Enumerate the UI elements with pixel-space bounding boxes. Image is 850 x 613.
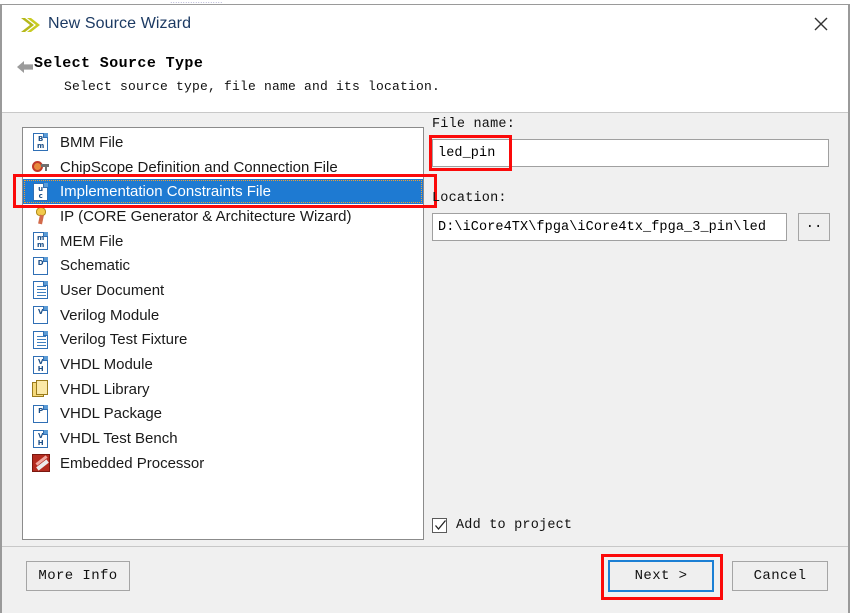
- list-item[interactable]: P VHDL Package: [23, 402, 423, 427]
- more-info-button[interactable]: More Info: [26, 561, 130, 591]
- list-item[interactable]: V Verilog Module: [23, 303, 423, 328]
- source-type-list[interactable]: Bm BMM File ChipScope Definition and Conne…: [22, 127, 424, 540]
- list-item-label: Embedded Processor: [60, 454, 205, 472]
- list-item-label: Implementation Constraints File: [60, 183, 271, 201]
- next-button[interactable]: Next >: [608, 560, 714, 592]
- list-item[interactable]: User Document: [23, 278, 423, 303]
- dialog-body: Bm BMM File ChipScope Definition and Conne…: [2, 113, 848, 546]
- cancel-button[interactable]: Cancel: [732, 561, 828, 591]
- list-item[interactable]: ChipScope Definition and Connection File: [23, 155, 423, 180]
- vhdl-library-icon: [31, 379, 51, 399]
- schematic-file-icon: D: [31, 256, 51, 276]
- location-input[interactable]: [432, 213, 787, 241]
- page-subtitle: Select source type, file name and its lo…: [64, 79, 441, 94]
- back-arrow-icon[interactable]: [16, 59, 34, 75]
- ip-wizard-wand-icon: [31, 206, 51, 226]
- ucf-file-icon: uc: [31, 182, 51, 202]
- window-title: New Source Wizard: [48, 15, 192, 32]
- list-item-label: IP (CORE Generator & Architecture Wizard…: [60, 207, 352, 225]
- list-item[interactable]: VHDL Library: [23, 377, 423, 402]
- list-item-label: BMM File: [60, 133, 124, 151]
- list-item-label: MEM File: [60, 232, 124, 250]
- wizard-arrow-icon: [20, 17, 42, 33]
- list-item[interactable]: m m MEM File: [23, 229, 423, 254]
- list-item-label: ChipScope Definition and Connection File: [60, 158, 338, 176]
- title-bar: New Source Wizard: [2, 5, 848, 43]
- list-item-label: Verilog Test Fixture: [60, 331, 188, 349]
- verilog-fixture-icon: [31, 330, 51, 350]
- list-item-label: User Document: [60, 281, 165, 299]
- vhdl-package-icon: P: [31, 404, 51, 424]
- list-item-label: Verilog Module: [60, 306, 160, 324]
- mem-file-icon: mm: [31, 231, 51, 251]
- list-item-label: VHDL Module: [60, 356, 153, 374]
- wizard-step-header: Select Source Type Select source type, f…: [2, 43, 848, 113]
- close-icon[interactable]: [798, 5, 844, 43]
- list-item[interactable]: Verilog Test Fixture: [23, 328, 423, 353]
- browse-location-button[interactable]: ..: [798, 213, 830, 241]
- user-document-icon: [31, 280, 51, 300]
- embedded-processor-icon: [31, 453, 51, 473]
- list-item[interactable]: V H VHDL Module: [23, 352, 423, 377]
- list-item-label: VHDL Package: [60, 405, 162, 423]
- bmm-file-icon: Bm: [31, 132, 51, 152]
- list-item-label: VHDL Library: [60, 380, 150, 398]
- location-label: Location:: [432, 191, 507, 206]
- file-name-input[interactable]: [432, 139, 829, 167]
- source-details-form: File name: Location: ..: [429, 113, 832, 546]
- list-item[interactable]: D Schematic: [23, 253, 423, 278]
- list-item[interactable]: V H VHDL Test Bench: [23, 426, 423, 451]
- source-type-list-items: Bm BMM File ChipScope Definition and Conne…: [23, 130, 423, 476]
- list-item[interactable]: u c Implementation Constraints File: [23, 179, 423, 205]
- chipscope-key-icon: [31, 157, 51, 177]
- file-name-label: File name:: [432, 117, 516, 132]
- list-item[interactable]: IP (CORE Generator & Architecture Wizard…: [23, 204, 423, 229]
- checkbox-box[interactable]: [432, 518, 447, 533]
- add-to-project-checkbox[interactable]: Add to project: [432, 518, 572, 533]
- list-item-label: VHDL Test Bench: [60, 430, 178, 448]
- list-item-label: Schematic: [60, 257, 131, 275]
- list-item[interactable]: Bm BMM File: [23, 130, 423, 155]
- add-to-project-label: Add to project: [456, 518, 573, 533]
- list-item[interactable]: Embedded Processor: [23, 451, 423, 476]
- verilog-module-icon: V: [31, 305, 51, 325]
- vhdl-testbench-icon: VH: [31, 429, 51, 449]
- page-title: Select Source Type: [34, 55, 204, 72]
- new-source-wizard-dialog: ..................... New Source Wizard …: [0, 0, 850, 613]
- dialog-footer: More Info Next > Cancel: [2, 546, 848, 611]
- vhdl-module-icon: VH: [31, 355, 51, 375]
